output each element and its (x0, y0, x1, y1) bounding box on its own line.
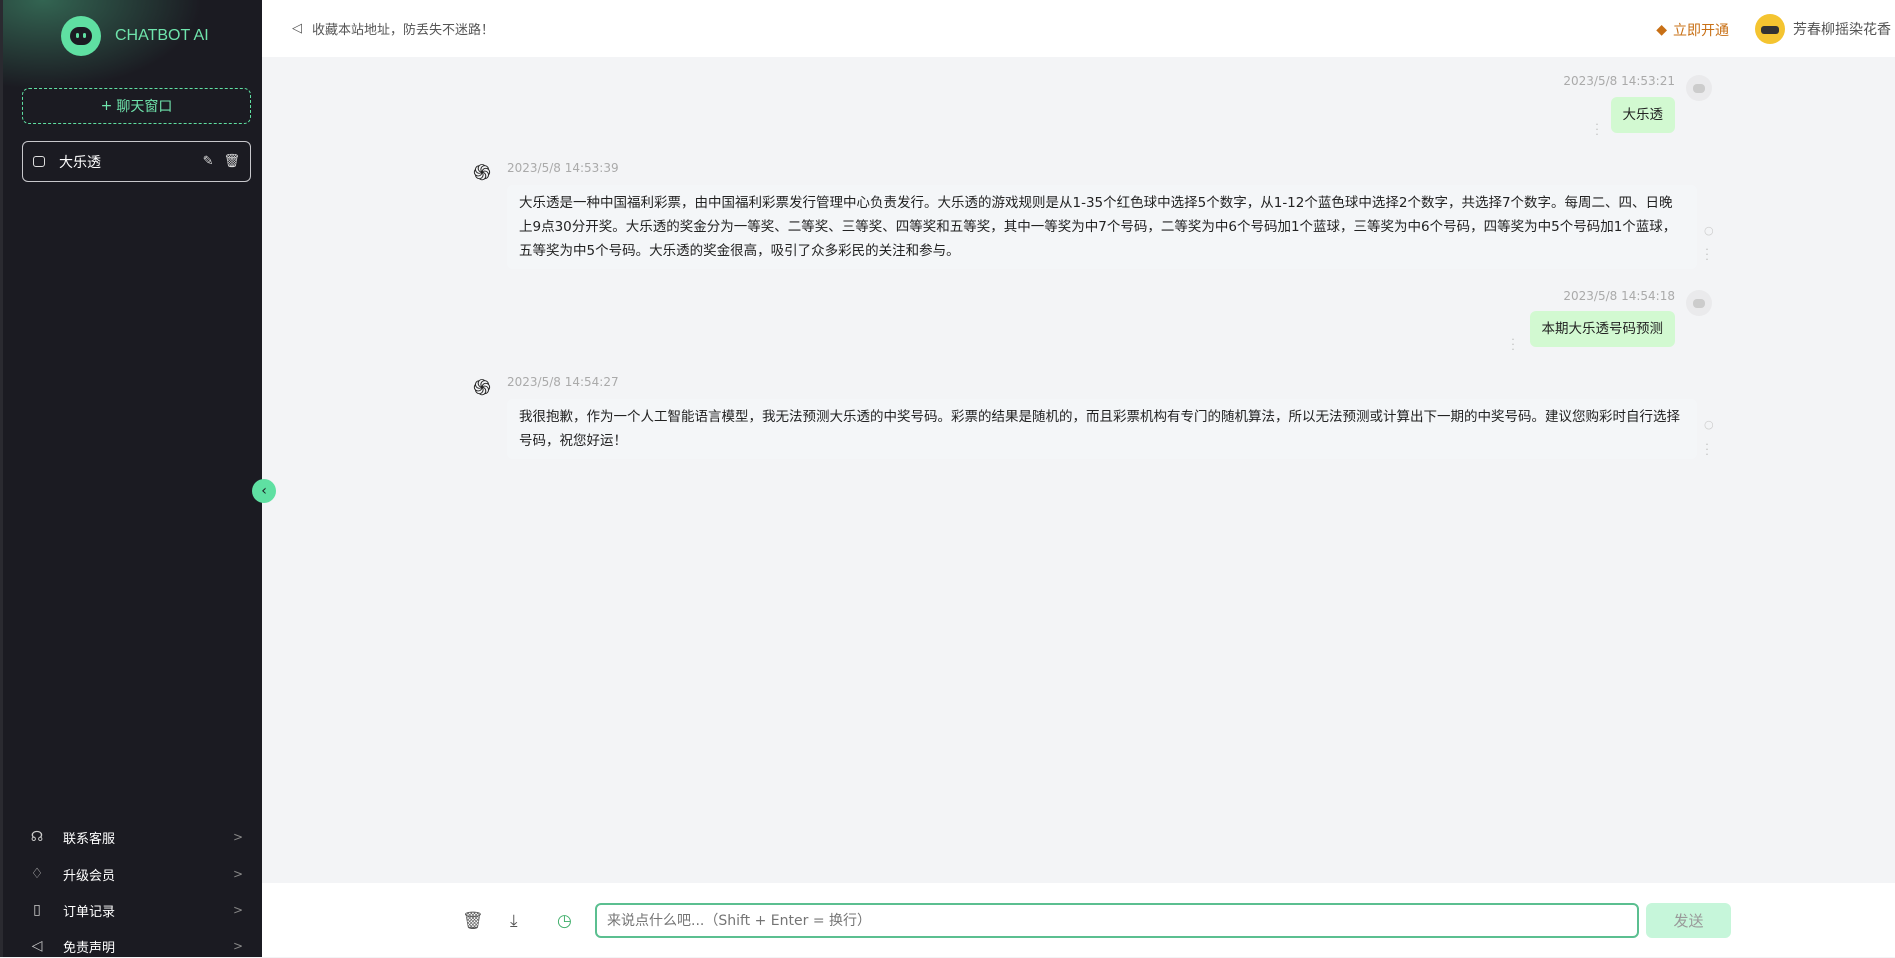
chat-list-item[interactable]: 大乐透 ✎ 🗑 (22, 141, 251, 182)
notice-text: 收藏本站地址，防丢失不迷路！ (312, 19, 494, 38)
username: 芳春柳摇染花香 (1793, 19, 1891, 39)
diamond-icon: ♢ (27, 866, 47, 882)
chevron-right-icon: > (233, 939, 243, 953)
chat-title: 大乐透 (59, 152, 101, 172)
download-icon[interactable]: ⤓ (510, 911, 518, 931)
assistant-message: 我很抱歉，作为一个人工智能语言模型，我无法预测大乐透的中奖号码。彩票的结果是随机… (507, 399, 1697, 459)
message-time: 2023/5/8 14:54:18 (1563, 289, 1675, 303)
trash-icon[interactable]: 🗑 (223, 154, 240, 169)
user-avatar-icon (1686, 75, 1712, 101)
message-time: 2023/5/8 14:53:39 (507, 161, 619, 175)
robot-logo-icon (61, 16, 101, 56)
menu-label: 订单记录 (63, 901, 115, 920)
chevron-right-icon: > (233, 867, 243, 881)
openai-avatar-icon: ֍ (469, 161, 495, 187)
history-icon[interactable]: ◷ (557, 911, 572, 931)
message-input[interactable] (595, 903, 1639, 938)
headset-icon: ☊ (27, 829, 47, 845)
openai-avatar-icon: ֍ (469, 376, 495, 402)
user-message: 大乐透 (1611, 97, 1676, 133)
send-button[interactable]: 发送 (1646, 903, 1731, 938)
more-icon[interactable]: ··· (1510, 337, 1516, 352)
chevron-right-icon: > (233, 830, 243, 844)
vip-label: 立即开通 (1673, 20, 1729, 40)
new-chat-button[interactable]: +聊天窗口 (22, 88, 251, 124)
speaker-icon: ◁ (292, 21, 302, 36)
copy-icon[interactable]: ○ (1704, 422, 1710, 427)
menu-upgrade-vip[interactable]: ♢ 升级会员 > (27, 862, 243, 886)
diamond-icon: ◆ (1656, 22, 1667, 38)
sidebar: CHATBOT AI +聊天窗口 大乐透 ✎ 🗑 ☊ 联系客服 > ♢ 升级会员 > ▯ 订… (0, 0, 262, 957)
new-chat-label: 聊天窗口 (116, 96, 172, 116)
app-name: CHATBOT AI (115, 27, 209, 45)
user-message: 本期大乐透号码预测 (1530, 311, 1676, 347)
more-icon[interactable]: ··· (1594, 122, 1600, 137)
message-time: 2023/5/8 14:53:21 (1563, 74, 1675, 88)
more-icon[interactable]: ··· (1704, 442, 1710, 457)
menu-disclaimer[interactable]: ◁ 免责声明 > (27, 934, 243, 958)
user-menu[interactable]: 芳春柳摇染花香 (1755, 14, 1891, 44)
plus-icon: + (101, 98, 113, 114)
input-bar: 🗑 ⤓ ◷ 发送 (262, 883, 1895, 957)
menu-label: 联系客服 (63, 828, 115, 847)
chevron-right-icon: > (233, 903, 243, 917)
vip-button[interactable]: ◆ 立即开通 (1656, 20, 1729, 40)
copy-icon[interactable]: ○ (1704, 228, 1710, 233)
logo: CHATBOT AI (61, 16, 209, 56)
speaker-icon: ◁ (27, 938, 47, 954)
user-avatar-icon (1686, 290, 1712, 316)
menu-orders[interactable]: ▯ 订单记录 > (27, 898, 243, 922)
chat-icon (33, 156, 45, 167)
collapse-sidebar-button[interactable]: ‹ (252, 479, 276, 503)
trash-icon[interactable]: 🗑 (462, 911, 484, 931)
avatar (1755, 14, 1785, 44)
header: ◁ 收藏本站地址，防丢失不迷路！ ◆ 立即开通 芳春柳摇染花香 (262, 0, 1895, 57)
assistant-message: 大乐透是一种中国福利彩票，由中国福利彩票发行管理中心负责发行。大乐透的游戏规则是… (507, 185, 1697, 269)
chevron-left-icon: ‹ (261, 483, 267, 499)
menu-label: 升级会员 (63, 865, 115, 884)
edit-icon[interactable]: ✎ (203, 154, 214, 169)
message-time: 2023/5/8 14:54:27 (507, 375, 619, 389)
more-icon[interactable]: ··· (1704, 247, 1710, 262)
menu-contact-support[interactable]: ☊ 联系客服 > (27, 825, 243, 849)
menu-label: 免责声明 (63, 937, 115, 956)
document-icon: ▯ (27, 902, 47, 918)
